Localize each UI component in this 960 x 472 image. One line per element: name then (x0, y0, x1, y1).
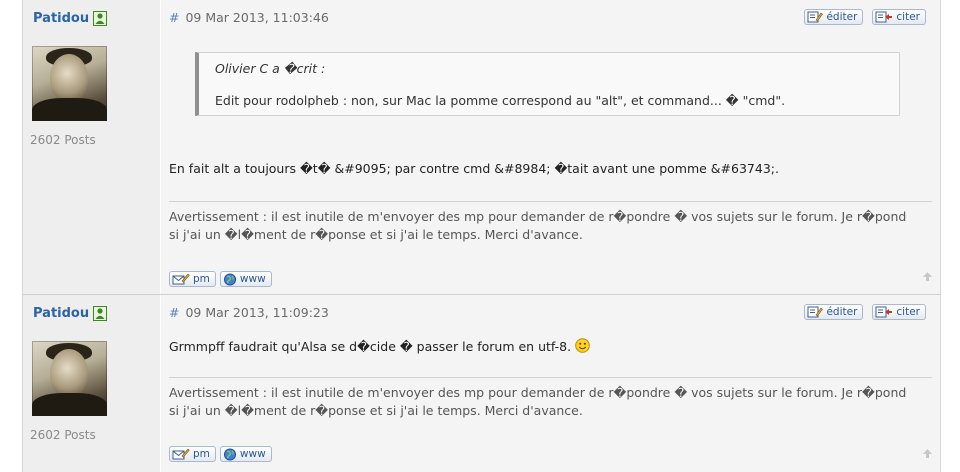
edit-label: éditer (826, 306, 858, 318)
pm-button[interactable]: pm (169, 271, 216, 287)
quote-block: Olivier C a �crit : Edit pour rodolpheb … (195, 52, 900, 116)
signature: Avertissement : il est inutile de m'envo… (169, 384, 934, 420)
signature-divider (169, 377, 932, 378)
signature-line: si j'ai un �l�ment de r�ponse et si j'ai… (169, 403, 583, 418)
avatar (32, 46, 107, 121)
quote-icon (875, 306, 893, 318)
online-status-icon (93, 10, 108, 26)
edit-icon (807, 11, 824, 23)
author-name-link[interactable]: Patidou (33, 11, 89, 26)
signature-divider (169, 201, 932, 202)
pm-button[interactable]: pm (169, 446, 216, 462)
post-author-panel: Patidou 2602 Posts (23, 0, 161, 294)
quote-label: citer (896, 306, 920, 318)
quote-author: Olivier C a �crit : (215, 61, 326, 76)
signature: Avertissement : il est inutile de m'envo… (169, 208, 934, 244)
posts-count: 2602 Posts (30, 428, 96, 442)
edit-icon (807, 306, 824, 318)
signature-line: Avertissement : il est inutile de m'envo… (169, 209, 907, 224)
author-block: Patidou (33, 9, 108, 27)
back-to-top-icon[interactable] (922, 448, 933, 459)
post-message-text: Grmmpff faudrait qu'Alsa se d�cide � pas… (169, 339, 572, 354)
www-button[interactable]: www (219, 446, 272, 462)
edit-label: éditer (826, 11, 858, 23)
post-body: #09 Mar 2013, 11:03:46 éditer citer Oliv… (161, 0, 940, 294)
www-label: www (239, 448, 266, 460)
post-meta: #09 Mar 2013, 11:03:46 (169, 10, 329, 25)
post-author-panel: Patidou 2602 Posts (23, 295, 161, 472)
post-message: Grmmpff faudrait qu'Alsa se d�cide � pas… (169, 338, 590, 354)
www-label: www (239, 273, 266, 285)
post-meta: #09 Mar 2013, 11:09:23 (169, 305, 329, 320)
globe-icon (223, 272, 236, 286)
quote-button[interactable]: citer (872, 304, 926, 320)
post-date: 09 Mar 2013, 11:09:23 (185, 305, 329, 320)
edit-button[interactable]: éditer (804, 9, 864, 25)
globe-icon (223, 447, 236, 461)
quote-text: Edit pour rodolpheb : non, sur Mac la po… (215, 93, 786, 108)
signature-line: si j'ai un �l�ment de r�ponse et si j'ai… (169, 227, 583, 242)
forum-thread: Patidou 2602 Posts #09 Mar 2013, 11:03:4… (22, 0, 941, 472)
forum-post: Patidou 2602 Posts #09 Mar 2013, 11:03:4… (23, 0, 940, 295)
quote-icon (875, 11, 893, 23)
edit-button[interactable]: éditer (804, 304, 864, 320)
permalink[interactable]: # (169, 305, 179, 320)
post-body: #09 Mar 2013, 11:09:23 éditer citer Grmm… (161, 295, 940, 472)
online-status-icon (93, 305, 108, 321)
post-date: 09 Mar 2013, 11:03:46 (185, 10, 329, 25)
forum-post: Patidou 2602 Posts #09 Mar 2013, 11:09:2… (23, 295, 940, 472)
author-block: Patidou (33, 304, 108, 322)
post-message: En fait alt a toujours �t� &#9095; par c… (169, 161, 779, 176)
www-button[interactable]: www (219, 271, 272, 287)
avatar (32, 341, 107, 416)
pm-icon (172, 273, 190, 285)
quote-button[interactable]: citer (872, 9, 926, 25)
pm-icon (172, 448, 190, 460)
permalink[interactable]: # (169, 10, 179, 25)
author-name-link[interactable]: Patidou (33, 306, 89, 321)
quote-label: citer (896, 11, 920, 23)
posts-count: 2602 Posts (30, 133, 96, 147)
pm-label: pm (193, 448, 210, 460)
pm-label: pm (193, 273, 210, 285)
smiley-icon (575, 338, 590, 353)
signature-line: Avertissement : il est inutile de m'envo… (169, 385, 907, 400)
back-to-top-icon[interactable] (922, 271, 933, 282)
